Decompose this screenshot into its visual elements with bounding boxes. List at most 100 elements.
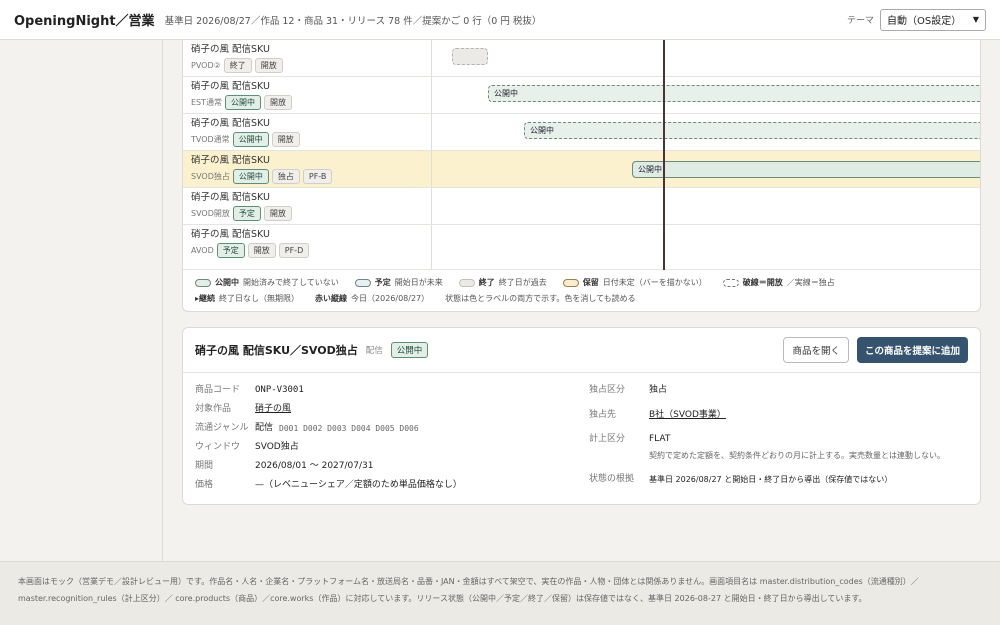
- release-bar-live[interactable]: 公開中: [524, 122, 980, 139]
- kv-value: 基準日 2026/08/27 と開始日・終了日から導出（保存値ではない）: [649, 475, 893, 484]
- app-brand[interactable]: OpeningNight／営業: [14, 10, 155, 29]
- legend-swatch-ended: [458, 279, 475, 287]
- kv-key: ウィンドウ: [195, 442, 241, 452]
- timeline-row-selected[interactable]: 硝子の風 配信SKU SVOD独占 公開中 独占 PF-B 公開中: [183, 151, 980, 188]
- status-chip: 終了: [223, 58, 252, 73]
- row-meta: SVOD独占 公開中 独占 PF-B: [191, 169, 431, 184]
- exclusivity-chip: 開放: [247, 243, 276, 258]
- legend-dash-desc: ／実線＝独占: [786, 278, 835, 287]
- row-title: 硝子の風 配信SKU: [191, 155, 270, 166]
- exclusivity-chip: 開放: [264, 95, 293, 110]
- status-chip: 公開中: [232, 169, 269, 184]
- legend-swatch-hold: [562, 279, 579, 287]
- legend-swatch-plan: [354, 279, 371, 287]
- row-window: PVOD②: [191, 61, 221, 70]
- row-window: SVOD独占: [191, 172, 230, 181]
- legend-line-2: ▸継続 終了日なし（無期限） 赤い縦線 今日（2026/08/27） 状態は色と…: [195, 291, 980, 307]
- kv-key: 計上区分: [589, 434, 626, 444]
- kv-period: 期間 2026/08/01 ～ 2027/07/31: [195, 460, 373, 473]
- theme-label: テーマ: [846, 16, 874, 26]
- kv-value: FLAT: [649, 434, 671, 444]
- row-meta: SVOD開放 予定 開放: [191, 206, 431, 221]
- legend-plan-name: 予定: [374, 278, 391, 287]
- today-line: [663, 40, 665, 270]
- status-chip: 予定: [232, 206, 261, 221]
- release-timeline: 硝子の風 配信SKU PVOD② 終了 開放 硝子の風 配信SKU EST通常 …: [182, 40, 981, 312]
- row-title: 硝子の風 配信SKU: [191, 118, 270, 129]
- legend-plan-desc: 開始日が未来: [394, 278, 443, 287]
- theme-select[interactable]: 自動（OS設定） ▼: [880, 8, 986, 31]
- exclusivity-chip: 開放: [263, 206, 292, 221]
- row-label: 硝子の風 配信SKU SVOD独占 公開中 独占 PF-B: [183, 151, 432, 187]
- row-meta: PVOD② 終了 開放: [191, 58, 431, 73]
- work-link[interactable]: 硝子の風: [255, 403, 291, 416]
- kv-key: 価格: [195, 480, 214, 490]
- status-chip: 公開中: [225, 95, 262, 110]
- kv-key: 期間: [195, 461, 214, 471]
- row-title: 硝子の風 配信SKU: [191, 44, 270, 55]
- kv-value: 配信: [255, 423, 274, 433]
- kv-key: 対象作品: [195, 404, 232, 414]
- detail-actions: 商品を開く この商品を提案に追加: [783, 337, 968, 363]
- row-label: 硝子の風 配信SKU PVOD② 終了 開放: [183, 40, 432, 76]
- row-meta: EST通常 公開中 開放: [191, 95, 431, 110]
- kv-target-work: 対象作品 硝子の風: [195, 403, 291, 416]
- theme-control: テーマ 自動（OS設定） ▼: [846, 8, 986, 31]
- kv-recognition: 計上区分 FLAT: [589, 433, 670, 446]
- row-title: 硝子の風 配信SKU: [191, 81, 270, 92]
- legend-note: 状態は色とラベルの両方で示す。色を消しても読める: [445, 294, 636, 303]
- timeline-row[interactable]: 硝子の風 配信SKU EST通常 公開中 開放 公開中: [183, 77, 980, 114]
- kv-key: 独占区分: [589, 385, 626, 395]
- release-bar-ended[interactable]: [452, 48, 488, 65]
- add-to-proposal-button[interactable]: この商品を提案に追加: [856, 337, 968, 363]
- legend-ended-name: 終了: [478, 278, 495, 287]
- genre-codes: D001 D002 D003 D004 D005 D006: [279, 424, 419, 433]
- exclusivity-chip: 独占: [271, 169, 300, 184]
- row-title: 硝子の風 配信SKU: [191, 229, 270, 240]
- exclusivity-chip: 開放: [271, 132, 300, 147]
- kv-price: 価格 —（レベニューシェア／定額のため単品価格なし）: [195, 479, 462, 492]
- kv-key: 商品コード: [195, 385, 241, 395]
- recognition-note: 契約で定めた定額を、契約条件どおりの月に計上する。実売数量とは連動しない。: [649, 451, 945, 460]
- detail-header: 硝子の風 配信SKU／SVOD独占 配信 公開中 商品を開く この商品を提案に追…: [183, 328, 980, 373]
- product-detail-card: 硝子の風 配信SKU／SVOD独占 配信 公開中 商品を開く この商品を提案に追…: [182, 327, 981, 505]
- timeline-row[interactable]: 硝子の風 配信SKU TVOD通常 公開中 開放 公開中: [183, 114, 980, 151]
- status-chip: 予定: [216, 243, 245, 258]
- timeline-row[interactable]: 硝子の風 配信SKU PVOD② 終了 開放: [183, 40, 980, 77]
- release-bar-live[interactable]: 公開中: [632, 161, 980, 178]
- legend-hold-name: 保留: [582, 278, 599, 287]
- footer-line-2: master.recognition_rules（計上区分）／ core.pro…: [18, 594, 867, 603]
- sidebar: [0, 40, 163, 561]
- row-window: SVOD開放: [191, 209, 230, 218]
- timeline-legend: 公開中 開始済みで終了していない 予定 開始日が未来 終了 終了日が過去 保留 …: [183, 270, 980, 311]
- legend-today-desc: 今日（2026/08/27）: [351, 294, 430, 303]
- kv-value: SVOD独占: [255, 442, 299, 452]
- kv-window: ウィンドウ SVOD独占: [195, 441, 299, 454]
- row-window: TVOD通常: [191, 135, 230, 144]
- platform-chip: PF-B: [302, 169, 333, 184]
- legend-swatch-live: [195, 279, 211, 287]
- app-header: OpeningNight／営業 基準日 2026/08/27／作品 12・商品 …: [0, 0, 1000, 40]
- open-product-button[interactable]: 商品を開く: [783, 337, 849, 363]
- legend-hold-desc: 日付未定（バーを描かない）: [602, 278, 707, 287]
- legend-line-1: 公開中 開始済みで終了していない 予定 開始日が未来 終了 終了日が過去 保留 …: [195, 275, 980, 291]
- kv-value: —（レベニューシェア／定額のため単品価格なし）: [255, 480, 462, 490]
- status-chip: 公開中: [232, 132, 269, 147]
- timeline-row[interactable]: 硝子の風 配信SKU SVOD開放 予定 開放: [183, 188, 980, 225]
- row-label: 硝子の風 配信SKU SVOD開放 予定 開放: [183, 188, 432, 224]
- kv-value: 独占: [649, 385, 668, 395]
- kv-value: ONP-V3001: [255, 385, 304, 395]
- release-bar-live[interactable]: 公開中: [488, 85, 980, 102]
- kv-exclusivity: 独占区分 独占: [589, 384, 667, 397]
- kv-key: 独占先: [589, 410, 617, 420]
- exclusivity-chip: 開放: [254, 58, 283, 73]
- exclusive-partner-link[interactable]: B社（SVOD事業）: [649, 409, 726, 422]
- detail-kind: 配信: [365, 346, 383, 356]
- legend-live-desc: 開始済みで終了していない: [243, 278, 339, 287]
- row-label: 硝子の風 配信SKU EST通常 公開中 開放: [183, 77, 432, 113]
- kv-product-code: 商品コード ONP-V3001: [195, 384, 304, 397]
- footer-line-1: 本画面はモック（営業デモ／設計レビュー用）です。作品名・人名・企業名・プラットフ…: [18, 577, 919, 586]
- row-meta: AVOD 予定 開放 PF-D: [191, 243, 431, 258]
- detail-status-badge: 公開中: [390, 342, 429, 358]
- timeline-row[interactable]: 硝子の風 配信SKU AVOD 予定 開放 PF-D: [183, 225, 980, 270]
